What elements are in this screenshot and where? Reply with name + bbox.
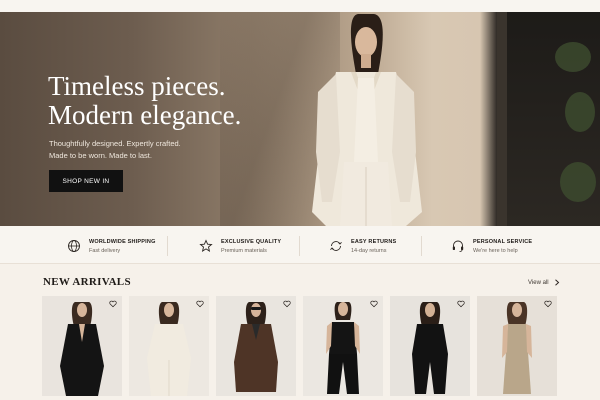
feature-personal-service: PERSONAL SERVICE We're here to help bbox=[451, 236, 532, 256]
product-card[interactable] bbox=[390, 296, 470, 396]
product-grid bbox=[42, 296, 558, 400]
plant-leaves bbox=[560, 162, 596, 202]
wishlist-heart-icon[interactable] bbox=[370, 300, 378, 308]
product-card[interactable] bbox=[42, 296, 122, 396]
shop-new-in-button[interactable]: SHOP NEW IN bbox=[49, 170, 123, 192]
feature-subtitle: Premium materials bbox=[221, 247, 267, 254]
wishlist-heart-icon[interactable] bbox=[457, 300, 465, 308]
feature-subtitle: We're here to help bbox=[473, 247, 518, 254]
feature-title: PERSONAL SERVICE bbox=[473, 238, 533, 245]
feature-subtitle: 14-day returns bbox=[351, 247, 387, 254]
plant-leaves bbox=[555, 42, 591, 72]
view-all-label: View all bbox=[528, 279, 549, 286]
feature-divider bbox=[421, 236, 422, 256]
headset-icon bbox=[452, 240, 464, 252]
top-bar bbox=[0, 0, 600, 12]
product-image[interactable] bbox=[303, 296, 383, 396]
view-all-link[interactable]: View all bbox=[528, 279, 560, 286]
wishlist-heart-icon[interactable] bbox=[283, 300, 291, 308]
hero-subtitle: Thoughtfully designed. Expertly crafted.… bbox=[49, 138, 229, 162]
feature-divider bbox=[167, 236, 168, 256]
product-image[interactable] bbox=[129, 296, 209, 396]
feature-subtitle: Fast delivery bbox=[89, 247, 121, 254]
features-bar: WORLDWIDE SHIPPING Fast delivery EXCLUSI… bbox=[0, 226, 600, 264]
wishlist-heart-icon[interactable] bbox=[196, 300, 204, 308]
product-card[interactable] bbox=[477, 296, 557, 396]
new-arrivals-title: NEW ARRIVALS bbox=[43, 276, 131, 288]
hero-title-line1: Timeless pieces. bbox=[48, 71, 226, 101]
feature-title: EASY RETURNS bbox=[351, 238, 397, 245]
product-card[interactable] bbox=[303, 296, 383, 396]
chevron-right-icon bbox=[554, 279, 559, 286]
wishlist-heart-icon[interactable] bbox=[109, 300, 117, 308]
product-image[interactable] bbox=[390, 296, 470, 396]
feature-divider bbox=[299, 236, 300, 256]
product-card[interactable] bbox=[216, 296, 296, 396]
hero-subtitle-line2: Made to be worn. Made to last. bbox=[49, 151, 152, 160]
star-badge-icon bbox=[199, 239, 213, 252]
feature-title: EXCLUSIVE QUALITY bbox=[221, 238, 282, 245]
product-image[interactable] bbox=[216, 296, 296, 396]
hero-window-frame bbox=[497, 12, 507, 226]
globe-icon bbox=[68, 240, 80, 252]
product-image[interactable] bbox=[42, 296, 122, 396]
plant-leaves bbox=[565, 92, 595, 132]
hero-title-line2: Modern elegance. bbox=[48, 100, 242, 130]
product-image[interactable] bbox=[477, 296, 557, 396]
hero-model-image bbox=[312, 14, 422, 226]
hero-title: Timeless pieces. Modern elegance. bbox=[48, 72, 241, 130]
product-card[interactable] bbox=[129, 296, 209, 396]
feature-easy-returns: EASY RETURNS 14-day returns bbox=[329, 236, 396, 256]
hero-subtitle-line1: Thoughtfully designed. Expertly crafted. bbox=[49, 139, 181, 148]
hero-banner: Timeless pieces. Modern elegance. Though… bbox=[0, 12, 600, 226]
feature-title: WORLDWIDE SHIPPING bbox=[89, 238, 156, 245]
return-arrows-icon bbox=[330, 241, 342, 251]
wishlist-heart-icon[interactable] bbox=[544, 300, 552, 308]
feature-worldwide-shipping: WORLDWIDE SHIPPING Fast delivery bbox=[67, 236, 156, 256]
feature-exclusive-quality: EXCLUSIVE QUALITY Premium materials bbox=[199, 236, 281, 256]
